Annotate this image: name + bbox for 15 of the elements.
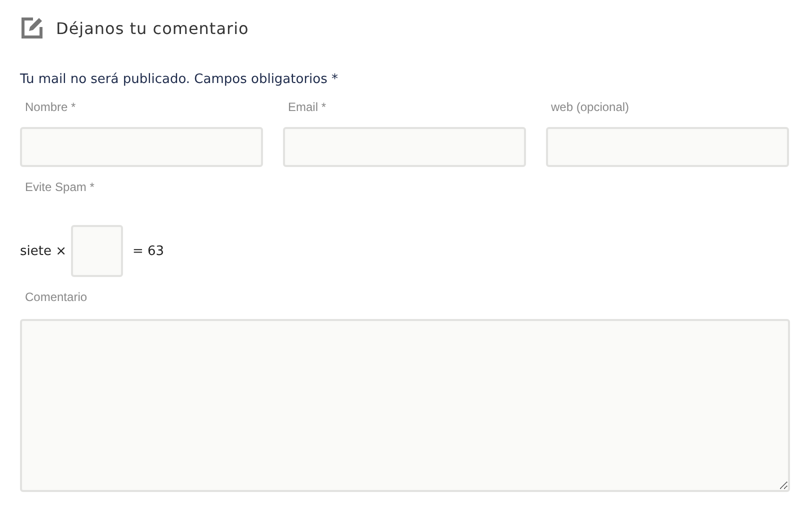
- field-label: Nombre *: [24, 100, 77, 116]
- required-notice: Tu mail no será publicado. Campos obligatorios *: [20, 72, 340, 87]
- input-field[interactable]: [283, 127, 526, 167]
- captcha-result: = 63: [132, 244, 164, 258]
- field-label: Comentario: [24, 290, 88, 304]
- input-field[interactable]: [20, 127, 263, 167]
- field-label: Email *: [287, 100, 328, 116]
- captcha-question: siete ×: [20, 244, 67, 258]
- field-label: Evite Spam *: [24, 180, 96, 194]
- comment-field[interactable]: [20, 319, 790, 492]
- input-field[interactable]: [546, 127, 789, 167]
- section-title: Déjanos tu comentario: [56, 18, 249, 38]
- field-label: web (opcional): [550, 100, 630, 116]
- edit-icon: [20, 16, 44, 40]
- captcha-field[interactable]: [70, 225, 123, 277]
